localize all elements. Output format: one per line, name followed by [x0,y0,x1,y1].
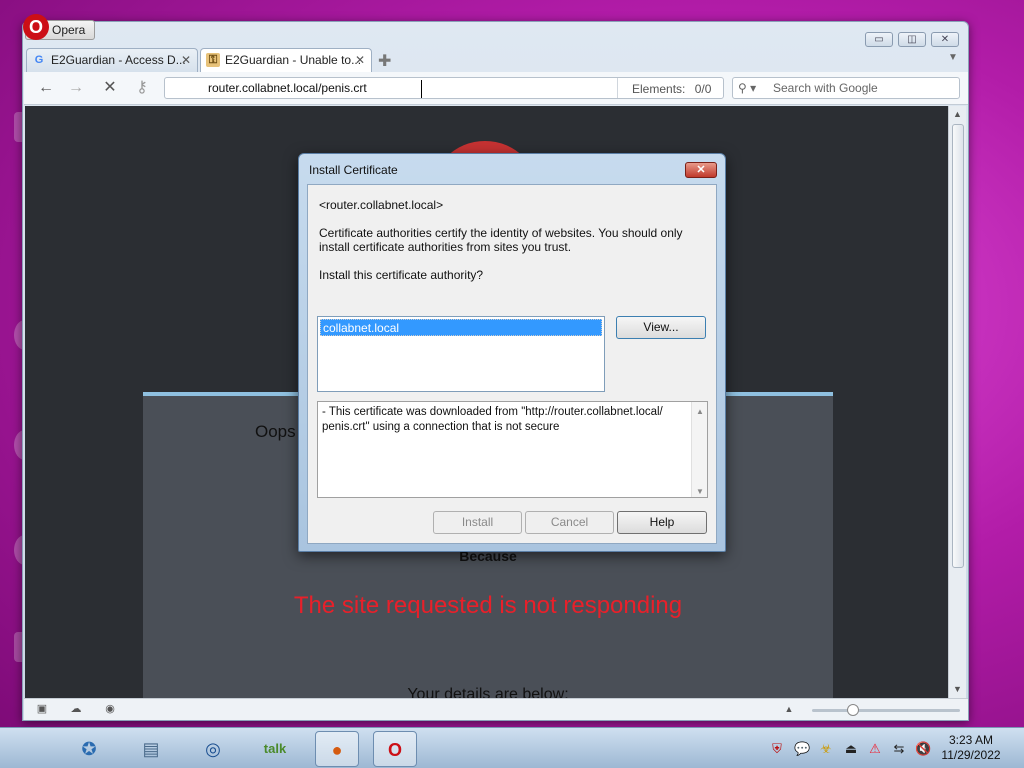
dialog-question: Install this certificate authority? [319,268,484,282]
scroll-up-icon[interactable]: ▲ [696,404,704,419]
oops-heading: Oops [255,422,296,441]
details-heading: Your details are below: [407,686,569,698]
library-icon[interactable]: ▤ [129,731,173,767]
elements-counter: Elements: 0/0 [632,82,711,96]
search-placeholder: Search with Google [773,81,878,95]
firefox-icon[interactable]: ● [315,731,359,767]
scroll-down-icon[interactable]: ▼ [696,484,704,497]
install-button[interactable]: Install [433,511,522,534]
chat-icon[interactable]: 💬 [794,741,810,757]
tab-list-chevron-icon[interactable]: ▼ [948,52,958,63]
tab-unable[interactable]: ⚿ E2Guardian - Unable to... ✕ [200,48,372,72]
tab-close-icon[interactable]: ✕ [355,49,365,71]
warning-line1: - This certificate was downloaded from "… [322,406,663,418]
volume-muted-icon[interactable]: 🔇 [915,741,931,757]
tab-label: E2Guardian - Access D... [51,53,186,67]
elements-value: 0/0 [694,82,712,96]
scroll-thumb[interactable] [952,124,964,568]
quicktime-icon[interactable]: ◎ [191,731,235,767]
dialog-body: <router.collabnet.local> Certificate aut… [307,184,717,544]
dialog-title: Install Certificate [309,163,398,177]
back-button[interactable]: ← [36,78,56,98]
textarea-scrollbar[interactable]: ▲ ▼ [691,402,707,497]
cloud-icon[interactable]: ☁ [68,702,84,716]
zoom-slider-knob[interactable] [847,704,859,716]
tab-access-denied[interactable]: G E2Guardian - Access D... ✕ [26,48,198,72]
dialog-info-line1: Certificate authorities certify the iden… [319,226,683,240]
google-icon: G [34,54,44,66]
cancel-button[interactable]: Cancel [525,511,614,534]
forward-button[interactable]: → [66,78,86,98]
address-bar[interactable]: router.collabnet.local/penis.crt Element… [164,77,724,99]
navigation-toolbar: ← → ✕ ⚷ router.collabnet.local/penis.crt… [24,72,968,105]
key-icon[interactable]: ⚷ [132,78,152,98]
vertical-scrollbar[interactable]: ▲ ▼ [948,106,966,698]
search-input[interactable]: ⚲ ▾ Search with Google [732,77,960,99]
minimize-button[interactable]: ▭ [865,32,893,47]
dialog-close-button[interactable]: ✕ [685,162,717,178]
text-cursor [421,80,423,98]
error-message: The site requested is not responding [293,592,683,619]
elements-label: Elements: [632,82,686,96]
address-text[interactable]: router.collabnet.local/penis.crt [208,81,367,95]
zoom-slider[interactable] [812,709,960,712]
dialog-info-line2: install certificate authorities from sit… [319,240,572,254]
zoom-menu-icon[interactable]: ▲ [781,702,797,716]
opera-menu-button[interactable]: O Opera [23,14,95,40]
warning-line2: penis.crt" using a connection that is no… [322,421,560,433]
opera-menu-label: Opera [52,23,86,37]
tab-close-icon[interactable]: ✕ [181,49,191,71]
speed-dial-icon[interactable]: ◉ [102,702,118,716]
network-icon[interactable]: ⇆ [891,741,907,757]
opera-logo-icon: O [23,14,49,40]
clock-date: 11/29/2022 [941,748,1001,762]
scroll-down-icon[interactable]: ▼ [953,684,962,694]
eject-icon[interactable]: ⏏ [843,741,859,757]
apple-icon[interactable] [6,731,50,767]
list-item[interactable]: collabnet.local [320,319,602,336]
divider [617,78,618,98]
status-bar: ▣ ☁ ◉ ▲ [24,698,968,720]
safari-icon[interactable]: ✪ [67,731,111,767]
warning-icon[interactable]: ⚠ [867,741,883,757]
google-talk-icon[interactable]: talk [253,731,297,767]
clock[interactable]: 3:23 AM 11/29/2022 [935,733,1007,763]
clock-time: 3:23 AM [948,733,994,747]
stop-button[interactable]: ✕ [100,78,120,98]
tab-label: E2Guardian - Unable to... [225,53,362,67]
close-window-button[interactable]: ✕ [931,32,959,47]
new-tab-button[interactable]: ✚ [378,51,391,71]
key-icon: ⚿ [206,53,220,67]
biohazard-icon[interactable]: ☣ [818,741,834,757]
certificate-list[interactable]: collabnet.local [317,316,605,392]
maximize-button[interactable]: ◫ [898,32,926,47]
search-icon: ⚲ ▾ [738,81,757,95]
panel-toggle-icon[interactable]: ▣ [34,702,50,716]
help-button[interactable]: Help [617,511,707,534]
dialog-host: <router.collabnet.local> [319,198,444,212]
opera-taskbar-icon[interactable]: O [373,731,417,767]
shield-icon[interactable]: ⛨ [769,741,785,757]
security-warning-text[interactable]: - This certificate was downloaded from "… [317,401,708,498]
install-certificate-dialog: Install Certificate ✕ <router.collabnet.… [298,153,726,552]
scroll-up-icon[interactable]: ▲ [953,109,962,119]
taskbar: ✪ ▤ ◎ talk ● O ⛨ 💬 ☣ ⏏ ⚠ ⇆ 🔇 3:23 AM 11/… [0,727,1024,768]
view-button[interactable]: View... [616,316,706,339]
